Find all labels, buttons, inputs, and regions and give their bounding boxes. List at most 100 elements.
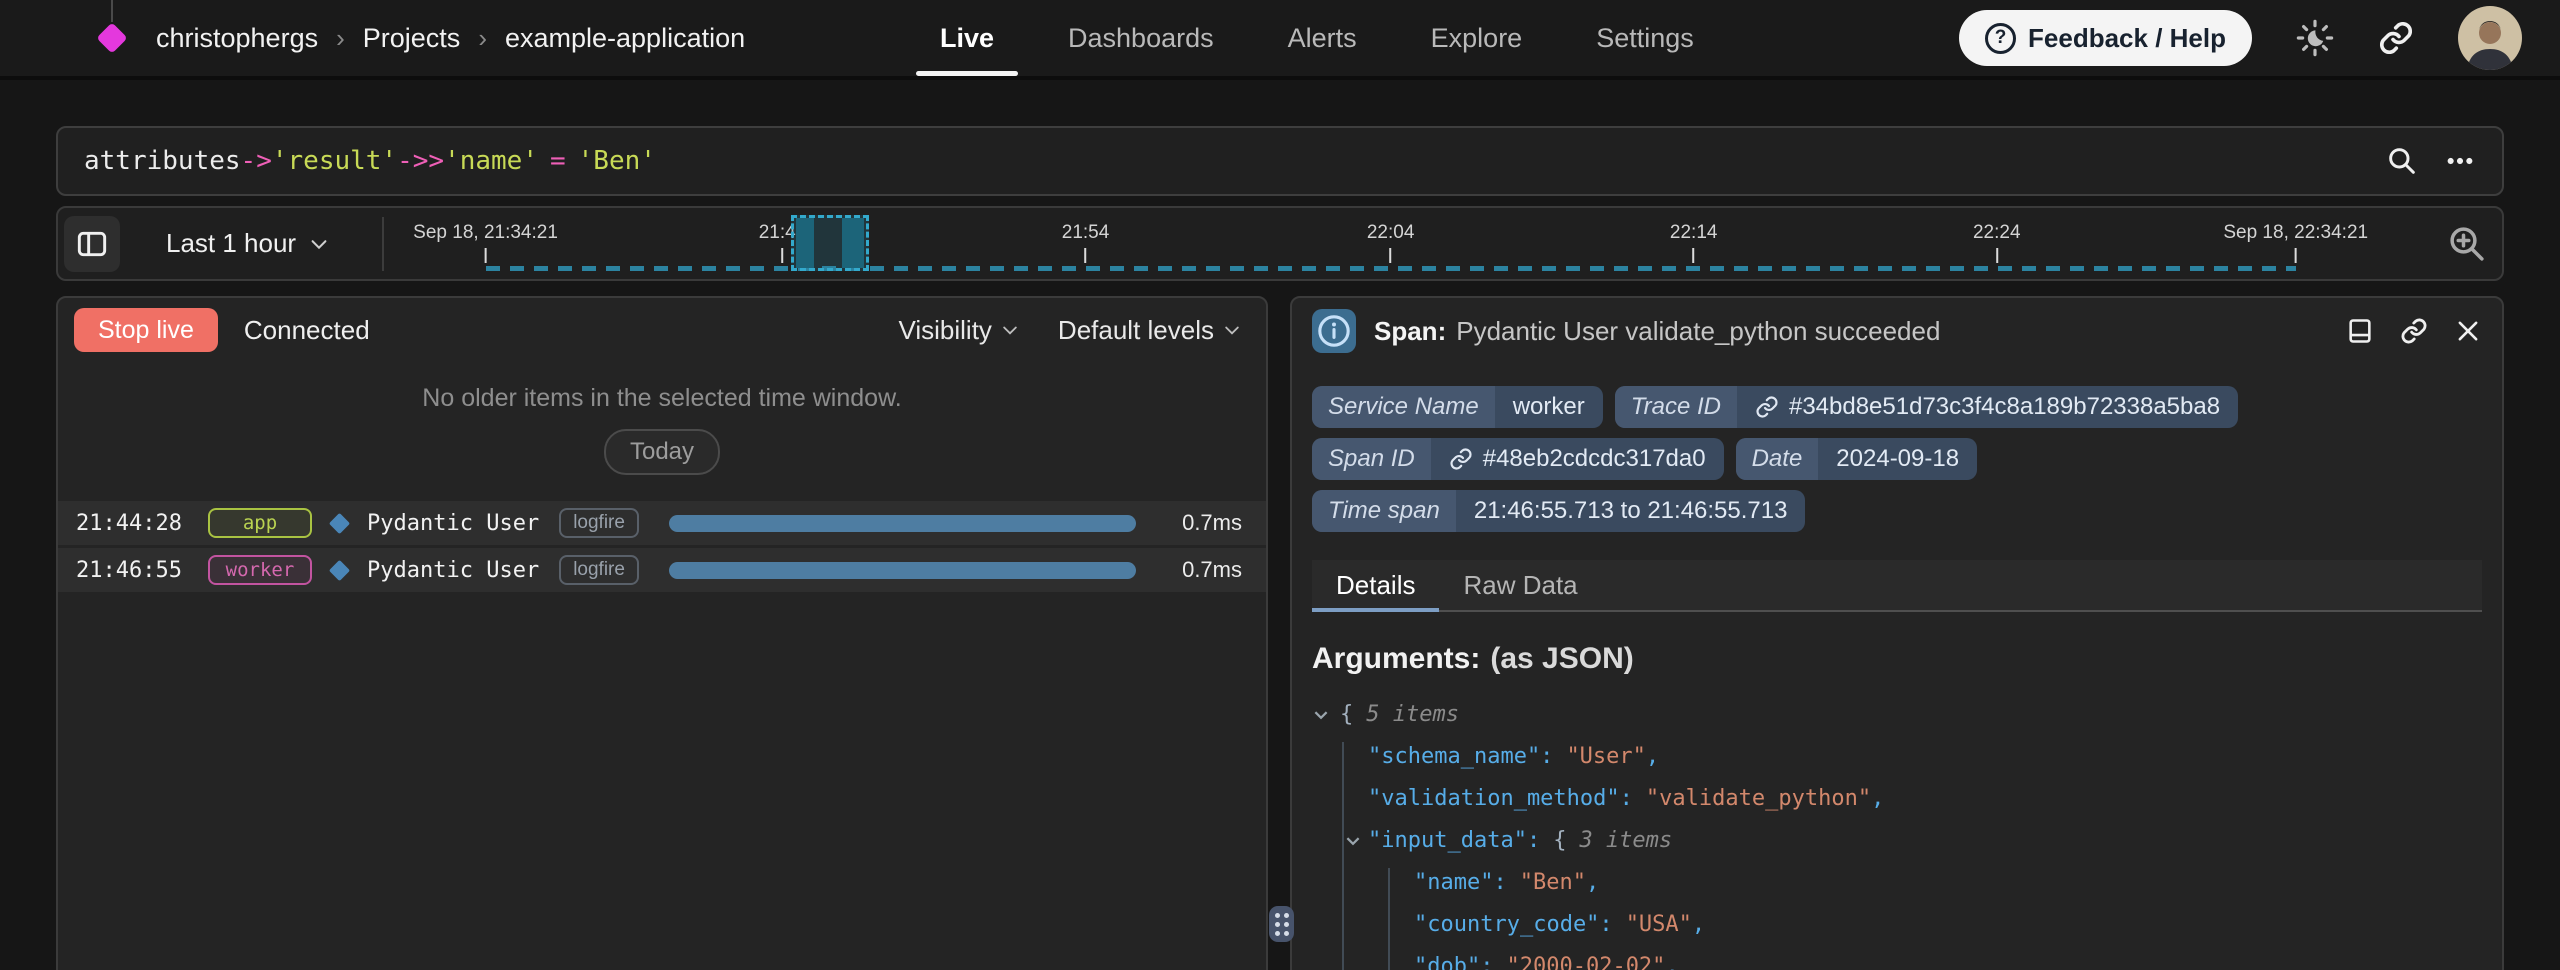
json-comma: , [1586,870,1599,895]
json-key: "country_code": [1414,912,1613,937]
service-tag: worker [208,555,312,585]
link-icon[interactable] [1449,447,1473,471]
query-bar[interactable]: attributes->'result'->>'name'='Ben' [56,126,2504,196]
timeline-zoom-button[interactable] [2446,223,2488,265]
attr-value: #34bd8e51d73c3f4c8a189b72338a5ba8 [1789,393,2220,421]
breadcrumb-projects[interactable]: Projects [363,23,461,54]
chevron-down-icon [1000,320,1020,340]
breadcrumb-org[interactable]: christophergs [156,23,318,54]
default-levels-dropdown[interactable]: Default levels [1058,315,1242,346]
attr-value: 2024-09-18 [1836,445,1959,473]
query-field: attributes [84,146,241,176]
attr-value: 21:46:55.713 to 21:46:55.713 [1474,497,1788,525]
json-brace: { [1553,828,1566,853]
logo-stem [111,0,113,22]
tab-details[interactable]: Details [1312,560,1439,610]
duration-value: 0.7ms [1162,557,1242,583]
duration-bar [669,562,1136,579]
timeline-bar: Last 1 hour Sep 18, 21:34:21 21:44 21:54… [56,206,2504,281]
copy-link-button[interactable] [2400,317,2428,345]
tab-dashboards[interactable]: Dashboards [1040,0,1242,76]
query-string: 'Ben' [578,146,656,176]
feedback-help-button[interactable]: ? Feedback / Help [1959,10,2252,66]
json-root-block: "schema_name":"User", "validation_method… [1312,736,2482,970]
collapse-caret-icon[interactable] [1312,706,1330,724]
json-item-count: 3 items [1579,828,1672,853]
visibility-label: Visibility [898,315,991,346]
attr-label: Span ID [1312,438,1431,480]
query-string: 'name' [444,146,538,176]
logfire-logo[interactable] [94,0,130,76]
user-avatar[interactable] [2458,6,2522,70]
query-string: 'result' [272,146,397,176]
tab-alerts[interactable]: Alerts [1260,0,1385,76]
chevron-down-icon [308,233,330,255]
query-operator: ->> [397,146,444,176]
theme-auto-icon [2296,19,2334,57]
json-brace: { [1340,702,1353,727]
timeline-tick: 22:14 [1670,222,1718,263]
histogram-bar [842,218,864,268]
attr-label: Service Name [1312,386,1495,428]
today-button[interactable]: Today [604,429,720,475]
span-diamond-icon [329,559,350,580]
duration-value: 0.7ms [1162,510,1242,536]
breadcrumb-separator: › [478,23,487,54]
run-search-button[interactable] [2386,145,2418,177]
attr-label: Trace ID [1615,386,1737,428]
span-detail-header: Span:Pydantic User validate_python succe… [1292,298,2502,364]
live-view-filters: Visibility Default levels [898,315,1250,346]
json-value: "validate_python" [1646,786,1871,811]
json-entry: "name":"Ben", [1312,862,2482,904]
span-diamond-icon [329,512,350,533]
timeline-tick: Sep 18, 21:34:21 [413,222,558,263]
span-title: Span:Pydantic User validate_python succe… [1374,316,1940,347]
table-row[interactable]: 21:46:55 worker Pydantic User logfire 0.… [58,548,1266,592]
tab-raw-data[interactable]: Raw Data [1439,560,1601,610]
time-range-dropdown[interactable]: Last 1 hour [166,228,330,259]
json-key: "name": [1414,870,1507,895]
json-key: "dob": [1414,954,1493,970]
tab-settings[interactable]: Settings [1568,0,1722,76]
tab-live[interactable]: Live [912,0,1022,76]
table-row[interactable]: 21:44:28 app Pydantic User logfire 0.7ms [58,501,1266,545]
json-root-line: {5 items [1312,694,2482,736]
arguments-section: Arguments:(as JSON) {5 items "schema_nam… [1292,612,2502,970]
json-comma: , [1871,786,1884,811]
json-comma: , [1646,744,1659,769]
timeline-tick: 22:24 [1973,222,2021,263]
link-icon [2378,20,2414,56]
query-more-button[interactable] [2444,145,2476,177]
dock-panel-button[interactable] [2346,317,2374,345]
link-icon[interactable] [1755,395,1779,419]
stop-live-button[interactable]: Stop live [74,308,218,352]
toggle-sidebar-button[interactable] [64,216,120,272]
tab-explore[interactable]: Explore [1403,0,1551,76]
attr-service-name: Service Name worker [1312,386,1603,428]
json-item-count: 5 items [1366,702,1459,727]
attr-label: Time span [1312,490,1456,532]
json-key: "input_data": [1368,828,1540,853]
topbar-actions: ? Feedback / Help [1959,0,2560,76]
scope-badge: logfire [559,555,639,585]
collapse-caret-icon[interactable] [1344,832,1362,850]
span-detail-actions [2346,317,2482,345]
span-attributes: Service Name worker Trace ID #34bd8e51d7… [1292,364,2502,532]
timeline-track[interactable]: Sep 18, 21:34:21 21:44 21:54 22:04 22:14… [398,208,2432,279]
span-title-text: Pydantic User validate_python succeeded [1456,316,1940,346]
json-value: "USA" [1626,912,1692,937]
panel-resize-handle[interactable] [1269,906,1294,942]
span-name: Pydantic User [367,558,539,583]
visibility-dropdown[interactable]: Visibility [898,315,1019,346]
connection-status: Connected [244,315,370,346]
breadcrumb-project[interactable]: example-application [505,23,745,54]
timeline-selection[interactable] [791,215,869,271]
divider [382,217,384,271]
service-tag: app [208,508,312,538]
json-value: "User" [1566,744,1645,769]
attr-value: worker [1513,393,1585,421]
theme-toggle-button[interactable] [2296,19,2334,57]
info-icon [1312,309,1356,353]
close-panel-button[interactable] [2454,317,2482,345]
share-link-button[interactable] [2378,20,2414,56]
